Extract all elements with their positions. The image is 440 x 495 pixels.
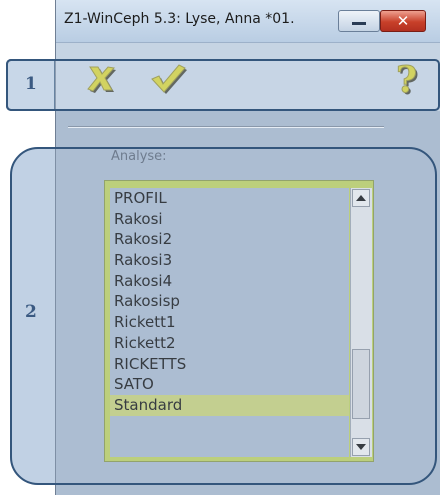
window-title: Z1-WinCeph 5.3: Lyse, Anna *01. xyxy=(64,11,295,27)
minimize-button[interactable] xyxy=(338,10,380,32)
callout-1-frame xyxy=(6,59,440,111)
callout-1-number: 1 xyxy=(25,74,37,94)
title-bar[interactable]: Z1-WinCeph 5.3: Lyse, Anna *01. ✕ xyxy=(56,0,440,43)
minimize-icon xyxy=(352,22,366,25)
callout-2-number: 2 xyxy=(25,302,37,322)
callout-2-frame xyxy=(10,147,437,485)
separator xyxy=(68,126,384,128)
close-button[interactable]: ✕ xyxy=(380,10,426,32)
